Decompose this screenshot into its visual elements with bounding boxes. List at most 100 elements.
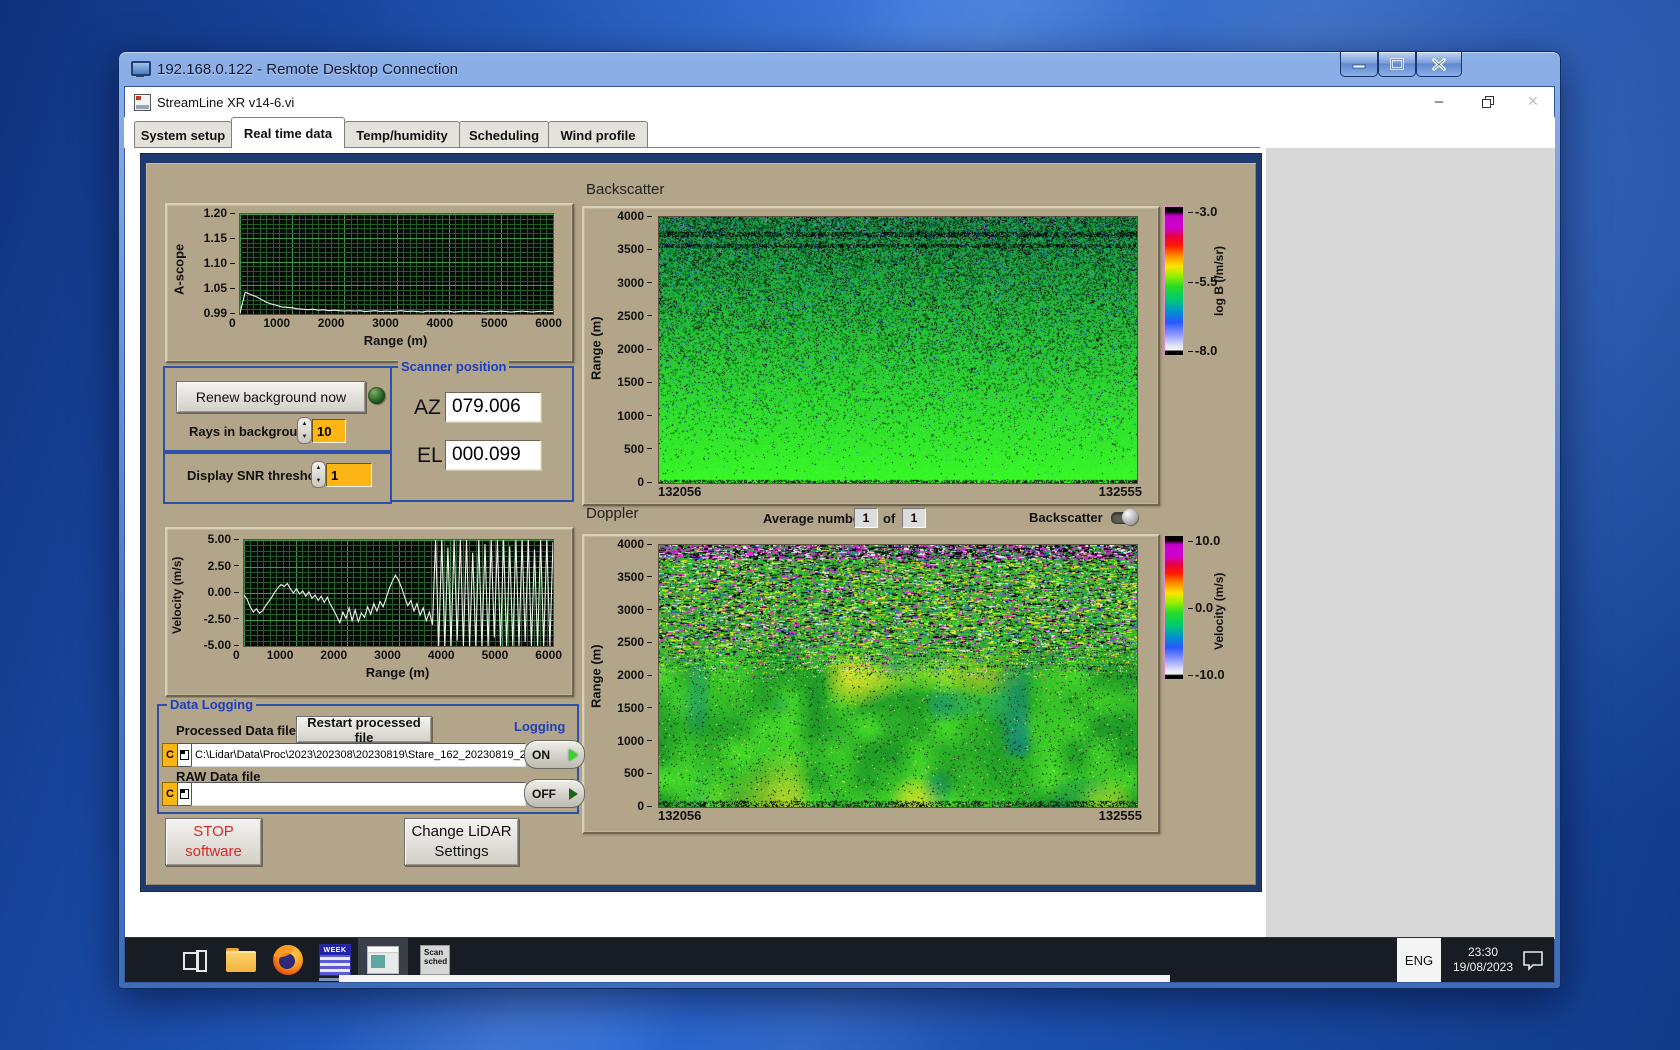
backscatter-y-ticks: 4000 3500 3000 2500 2000 1500 1000 500 0 bbox=[608, 210, 652, 488]
a-scope-x-label: Range (m) bbox=[363, 333, 428, 348]
renew-status-led bbox=[368, 387, 385, 404]
raw-drive-box[interactable]: C bbox=[162, 782, 178, 806]
a-scope-x-ticks: 0 1000 2000 3000 4000 5000 6000 bbox=[229, 316, 562, 330]
snr-group: Display SNR threshold ▲ ▼ 1 bbox=[163, 450, 392, 504]
taskbar-date: 19/08/2023 bbox=[1452, 960, 1514, 974]
front-panel-surface: A-scope 1.20 1.15 1.10 1.05 0.99 0 1000 bbox=[146, 163, 1256, 885]
spinner-up-icon[interactable]: ▲ bbox=[302, 421, 308, 427]
tab-wind-profile[interactable]: Wind profile bbox=[548, 121, 648, 148]
spinner-down-icon[interactable]: ▼ bbox=[302, 434, 308, 440]
doppler-time-start: 132056 bbox=[658, 808, 702, 823]
notification-center-icon[interactable] bbox=[1521, 949, 1545, 971]
backscatter-heatmap bbox=[658, 216, 1138, 484]
rdc-minimize-button[interactable] bbox=[1340, 52, 1378, 77]
doppler-colorbar: 10.0 0.0 -10.0 bbox=[1164, 534, 1225, 681]
velocity-plot bbox=[243, 539, 554, 647]
firefox-button[interactable] bbox=[268, 938, 308, 982]
toggle-knob-icon[interactable] bbox=[1122, 509, 1138, 525]
average-of-label: of bbox=[883, 511, 896, 526]
doppler-time-end: 132555 bbox=[1098, 808, 1142, 823]
processed-drive-box[interactable]: C bbox=[162, 743, 178, 767]
led-on-icon bbox=[569, 748, 578, 761]
processed-data-file-label: Processed Data file bbox=[176, 723, 296, 738]
velocity-x-label: Range (m) bbox=[365, 665, 430, 680]
backscatter-colorbar-label: log B (/m/sr) bbox=[1212, 246, 1226, 317]
rays-in-background-label: Rays in background bbox=[189, 424, 314, 439]
rays-spinner[interactable]: ▲ ▼ bbox=[297, 417, 312, 444]
backscatter-y-label: Range (m) bbox=[588, 316, 604, 380]
rays-in-background-field[interactable]: 10 bbox=[312, 419, 346, 443]
a-scope-plot bbox=[239, 213, 554, 315]
backscatter-section-title: Backscatter bbox=[586, 181, 665, 198]
task-view-icon bbox=[183, 950, 207, 972]
backscatter-time-end: 132555 bbox=[1098, 484, 1142, 499]
change-lidar-settings-button[interactable]: Change LiDAR Settings bbox=[404, 818, 519, 866]
average-number-label: Average number bbox=[763, 511, 866, 526]
backscatter-colorbar: -3.0 -5.5 -8.0 bbox=[1164, 205, 1217, 357]
tab-system-setup[interactable]: System setup bbox=[134, 121, 232, 148]
average-number-field-2[interactable]: 1 bbox=[902, 508, 926, 528]
backscatter-graph: Range (m) 4000 3500 3000 2500 2000 1500 … bbox=[582, 206, 1160, 506]
app-close-button[interactable]: × bbox=[1513, 86, 1553, 116]
doppler-colorbar-label: Velocity (m/s) bbox=[1212, 572, 1226, 650]
processed-path-browse[interactable] bbox=[177, 743, 192, 767]
el-value-field[interactable]: 000.099 bbox=[445, 440, 541, 470]
raw-path-browse[interactable] bbox=[177, 782, 192, 806]
velocity-y-ticks: 5.00 2.50 0.00 -2.50 -5.00 bbox=[189, 533, 239, 651]
stop-software-button[interactable]: STOP software bbox=[165, 818, 262, 866]
average-number-field-1[interactable]: 1 bbox=[854, 508, 878, 528]
file-explorer-button[interactable] bbox=[221, 938, 261, 982]
doppler-y-label: Range (m) bbox=[588, 644, 604, 708]
doppler-heatmap bbox=[658, 544, 1138, 808]
snr-threshold-label: Display SNR threshold bbox=[187, 468, 328, 483]
velocity-graph: Velocity (m/s) 5.00 2.50 0.00 -2.50 -5.0… bbox=[165, 527, 574, 697]
processed-logging-toggle[interactable]: ON bbox=[524, 740, 585, 769]
backscatter-toggle-label: Backscatter bbox=[1029, 510, 1103, 525]
desktop: 192.168.0.122 - Remote Desktop Connectio… bbox=[0, 0, 1680, 1050]
spinner-down-icon[interactable]: ▼ bbox=[316, 478, 322, 484]
renew-background-button[interactable]: Renew background now bbox=[176, 381, 366, 413]
tab-temp-humidity[interactable]: Temp/humidity bbox=[344, 121, 460, 148]
backscatter-toggle[interactable] bbox=[1111, 509, 1138, 525]
tab-scheduling[interactable]: Scheduling bbox=[459, 121, 549, 148]
raw-path-field[interactable] bbox=[191, 782, 526, 806]
processed-path-field[interactable]: C:\Lidar\Data\Proc\2023\202308\20230819\… bbox=[191, 743, 526, 767]
az-value-field[interactable]: 079.006 bbox=[445, 392, 541, 422]
remote-desktop-icon bbox=[131, 61, 151, 77]
window-filler-area bbox=[1266, 148, 1555, 939]
rdc-maximize-button[interactable] bbox=[1378, 52, 1416, 77]
app-restore-button[interactable] bbox=[1467, 86, 1507, 116]
remote-desktop-window: 192.168.0.122 - Remote Desktop Connectio… bbox=[118, 51, 1561, 989]
maximize-icon bbox=[1390, 58, 1404, 70]
firefox-icon bbox=[273, 945, 303, 975]
backscatter-time-start: 132056 bbox=[658, 484, 702, 499]
taskbar: WEEK Scan sched ENG 23:30 19/08/2023 bbox=[125, 937, 1554, 982]
az-label: AZ bbox=[414, 396, 441, 419]
logging-label: Logging bbox=[514, 719, 566, 734]
tab-real-time-data[interactable]: Real time data bbox=[231, 117, 345, 148]
app-minimize-button[interactable]: – bbox=[1419, 86, 1459, 116]
task-view-button[interactable] bbox=[175, 938, 215, 982]
velocity-x-ticks: 0 1000 2000 3000 4000 5000 6000 bbox=[233, 648, 562, 662]
front-panel: A-scope 1.20 1.15 1.10 1.05 0.99 0 1000 bbox=[140, 153, 1262, 892]
doppler-y-ticks: 4000 3500 3000 2500 2000 1500 1000 500 0 bbox=[608, 538, 652, 812]
close-icon bbox=[1432, 57, 1446, 71]
scanner-position-group: Scanner position AZ 079.006 EL 000.099 bbox=[390, 360, 574, 502]
restart-processed-file-button[interactable]: Restart processed file bbox=[296, 715, 432, 745]
velocity-y-label: Velocity (m/s) bbox=[170, 556, 184, 634]
scan-scheduler-icon: Scan sched bbox=[420, 945, 450, 975]
week-app-icon: WEEK bbox=[319, 944, 351, 976]
snr-spinner[interactable]: ▲ ▼ bbox=[311, 461, 326, 488]
tab-strip: System setup Real time data Temp/humidit… bbox=[124, 117, 1555, 148]
restore-icon bbox=[1482, 96, 1494, 108]
raw-logging-toggle[interactable]: OFF bbox=[524, 779, 585, 808]
taskbar-clock[interactable]: 23:30 19/08/2023 bbox=[1447, 938, 1519, 982]
a-scope-y-ticks: 1.20 1.15 1.10 1.05 0.99 bbox=[189, 207, 235, 319]
snr-threshold-field[interactable]: 1 bbox=[326, 463, 372, 487]
rdc-close-button[interactable] bbox=[1416, 52, 1462, 77]
app-titlebar[interactable]: StreamLine XR v14-6.vi bbox=[125, 87, 1554, 118]
doppler-graph: Range (m) 4000 3500 3000 2500 2000 1500 … bbox=[582, 534, 1160, 834]
el-label: EL bbox=[417, 444, 443, 467]
language-indicator[interactable]: ENG bbox=[1397, 938, 1441, 982]
spinner-up-icon[interactable]: ▲ bbox=[316, 465, 322, 471]
